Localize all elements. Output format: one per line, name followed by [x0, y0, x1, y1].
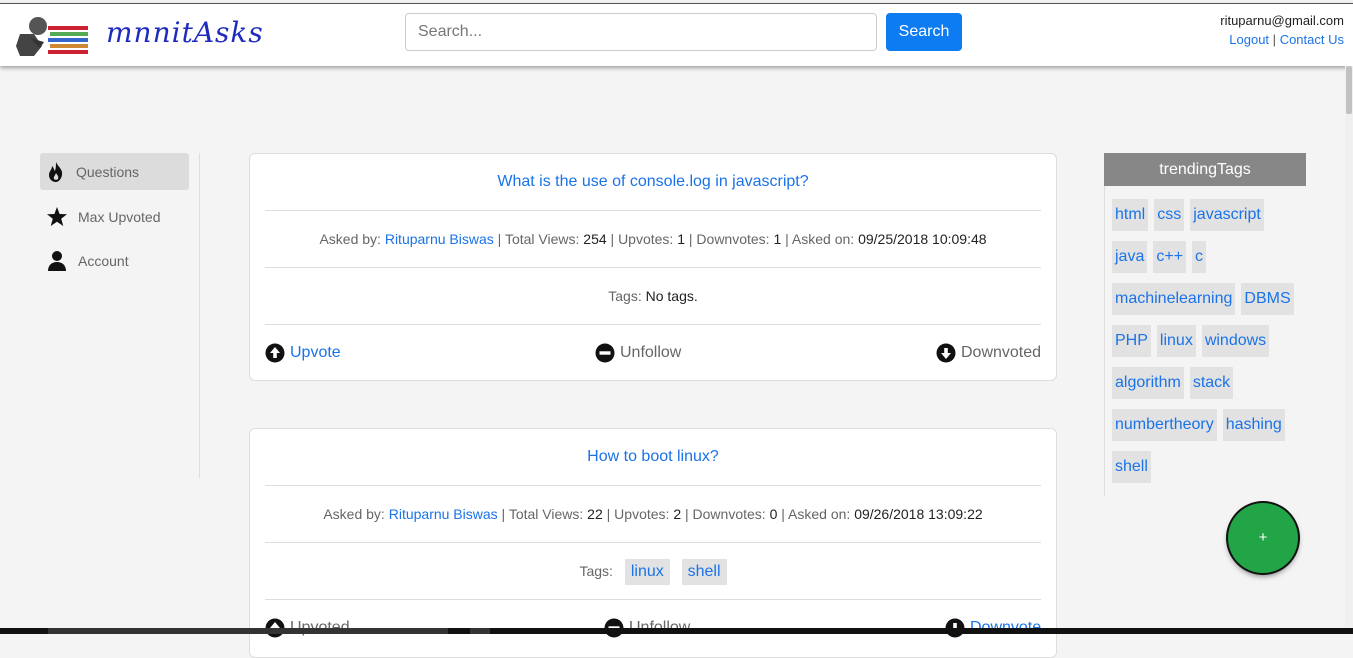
- meta-separator: |: [688, 231, 693, 247]
- taskbar-segment[interactable]: [48, 628, 448, 634]
- tag-chip[interactable]: linux: [624, 559, 670, 586]
- upvotes-label: Upvotes:: [614, 506, 670, 522]
- user-email: rituparnu@gmail.com: [1220, 13, 1344, 28]
- meta-separator: |: [685, 506, 689, 522]
- top-navbar: mnnitAsks Search rituparnu@gmail.com Log…: [0, 3, 1353, 66]
- trending-tag[interactable]: DBMS: [1241, 283, 1294, 315]
- trending-tag[interactable]: javascript: [1190, 199, 1264, 231]
- trending-tag[interactable]: PHP: [1112, 325, 1151, 357]
- question-card: How to boot linux? Asked by: Rituparnu B…: [249, 428, 1057, 658]
- asked-on-label: Asked on:: [791, 231, 855, 247]
- upvote-button[interactable]: Upvote: [265, 343, 341, 363]
- user-box: rituparnu@gmail.com Logout | Contact Us: [1220, 11, 1344, 49]
- sidebar-item-max-upvoted[interactable]: Max Upvoted: [40, 198, 189, 235]
- add-question-button[interactable]: +: [1228, 503, 1298, 573]
- meta-separator: |: [785, 231, 789, 247]
- minus-circle-icon: [595, 343, 615, 363]
- search-button[interactable]: Search: [886, 13, 962, 51]
- meta-separator: |: [497, 231, 502, 247]
- logo-icon[interactable]: [12, 14, 92, 60]
- meta-separator: |: [781, 506, 785, 522]
- user-icon: [48, 250, 66, 271]
- search-input[interactable]: [405, 13, 877, 51]
- downvotes-label: Downvotes:: [696, 231, 770, 247]
- trending-tag[interactable]: java: [1112, 241, 1148, 273]
- sidebar-item-label: Max Upvoted: [78, 208, 161, 225]
- trending-tags-title: trendingTags: [1104, 153, 1306, 186]
- views-label: Total Views:: [508, 506, 584, 522]
- downvotes-value: 0: [769, 506, 778, 522]
- asked-by-label: Asked by:: [323, 506, 385, 522]
- views-value: 254: [583, 231, 607, 247]
- question-title[interactable]: What is the use of console.log in javasc…: [497, 173, 808, 190]
- downvote-button[interactable]: Downvoted: [936, 343, 1041, 363]
- trending-tag[interactable]: algorithm: [1112, 367, 1184, 399]
- downvotes-label: Downvotes:: [692, 506, 766, 522]
- upvotes-value: 2: [673, 506, 682, 522]
- trending-tag[interactable]: windows: [1201, 325, 1270, 357]
- question-meta: Asked by: Rituparnu Biswas | Total Views…: [250, 486, 1056, 542]
- date-value: 09/25/2018 10:09:48: [858, 231, 987, 247]
- trending-tag[interactable]: c++: [1153, 241, 1187, 273]
- views-value: 22: [587, 506, 603, 522]
- meta-separator: |: [501, 506, 506, 522]
- upvotes-label: Upvotes:: [618, 231, 674, 247]
- meta-separator: |: [610, 231, 615, 247]
- scrollbar-thumb[interactable]: [1346, 66, 1352, 114]
- trending-tag[interactable]: c: [1192, 241, 1207, 273]
- unfollow-label: Unfollow: [620, 344, 682, 361]
- page-scrollbar[interactable]: [1345, 66, 1353, 634]
- question-card: What is the use of console.log in javasc…: [249, 153, 1057, 381]
- downvotes-value: 1: [773, 231, 782, 247]
- trending-tag[interactable]: linux: [1156, 325, 1196, 357]
- views-label: Total Views:: [504, 231, 580, 247]
- star-icon: [47, 206, 67, 226]
- trending-tag[interactable]: css: [1154, 199, 1185, 231]
- link-separator: |: [1272, 32, 1277, 47]
- sidebar-item-label: Account: [78, 252, 129, 269]
- date-value: 09/26/2018 13:09:22: [854, 506, 983, 522]
- trending-tag[interactable]: stack: [1189, 367, 1234, 399]
- contact-link[interactable]: Contact Us: [1280, 32, 1344, 47]
- upvotes-value: 1: [677, 231, 685, 247]
- tags-row: Tags: linux shell: [250, 543, 1056, 599]
- trending-tag[interactable]: html: [1112, 199, 1149, 231]
- meta-separator: |: [606, 506, 611, 522]
- logout-link[interactable]: Logout: [1229, 32, 1269, 47]
- brand-name[interactable]: mnnitAsks: [106, 16, 264, 49]
- user-links: Logout | Contact Us: [1220, 30, 1344, 49]
- tag-chip[interactable]: shell: [681, 559, 727, 586]
- sidebar: Questions Max Upvoted Account: [40, 153, 200, 478]
- sidebar-item-label: Questions: [76, 163, 140, 180]
- taskbar-segment[interactable]: [470, 628, 490, 634]
- question-meta: Asked by: Rituparnu Biswas | Total Views…: [250, 211, 1056, 267]
- trending-tag[interactable]: hashing: [1222, 409, 1285, 441]
- downvote-label: Downvoted: [961, 344, 1042, 361]
- trending-tag[interactable]: machinelearning: [1112, 283, 1236, 315]
- taskbar: [0, 628, 1353, 634]
- arrow-down-circle-icon: [936, 343, 956, 363]
- trending-tag[interactable]: numbertheory: [1112, 409, 1217, 441]
- unfollow-button[interactable]: Unfollow: [595, 343, 681, 363]
- tags-label: Tags:: [579, 563, 613, 579]
- asked-by-label: Asked by:: [319, 231, 381, 247]
- question-actions: Upvote Unfollow Downvoted: [250, 325, 1056, 380]
- asked-on-label: Asked on:: [788, 506, 851, 522]
- author-link[interactable]: Rituparnu Biswas: [389, 506, 498, 522]
- trending-tags-panel: trendingTags html css javascript java c++ c …: [1104, 153, 1306, 496]
- trending-tags-list: html css javascript java c++ c machinelearni…: [1104, 186, 1306, 496]
- upvote-label: Upvote: [290, 344, 341, 361]
- question-title[interactable]: How to boot linux?: [587, 448, 719, 465]
- tags-row: Tags: No tags.: [250, 268, 1056, 324]
- tags-label: Tags:: [608, 288, 642, 304]
- no-tags-text: No tags.: [645, 288, 698, 304]
- trending-tag[interactable]: shell: [1112, 451, 1151, 483]
- fire-icon: [49, 161, 63, 182]
- sidebar-item-questions[interactable]: Questions: [40, 153, 189, 190]
- author-link[interactable]: Rituparnu Biswas: [385, 231, 494, 247]
- sidebar-item-account[interactable]: Account: [40, 242, 189, 279]
- arrow-up-circle-icon: [265, 343, 285, 363]
